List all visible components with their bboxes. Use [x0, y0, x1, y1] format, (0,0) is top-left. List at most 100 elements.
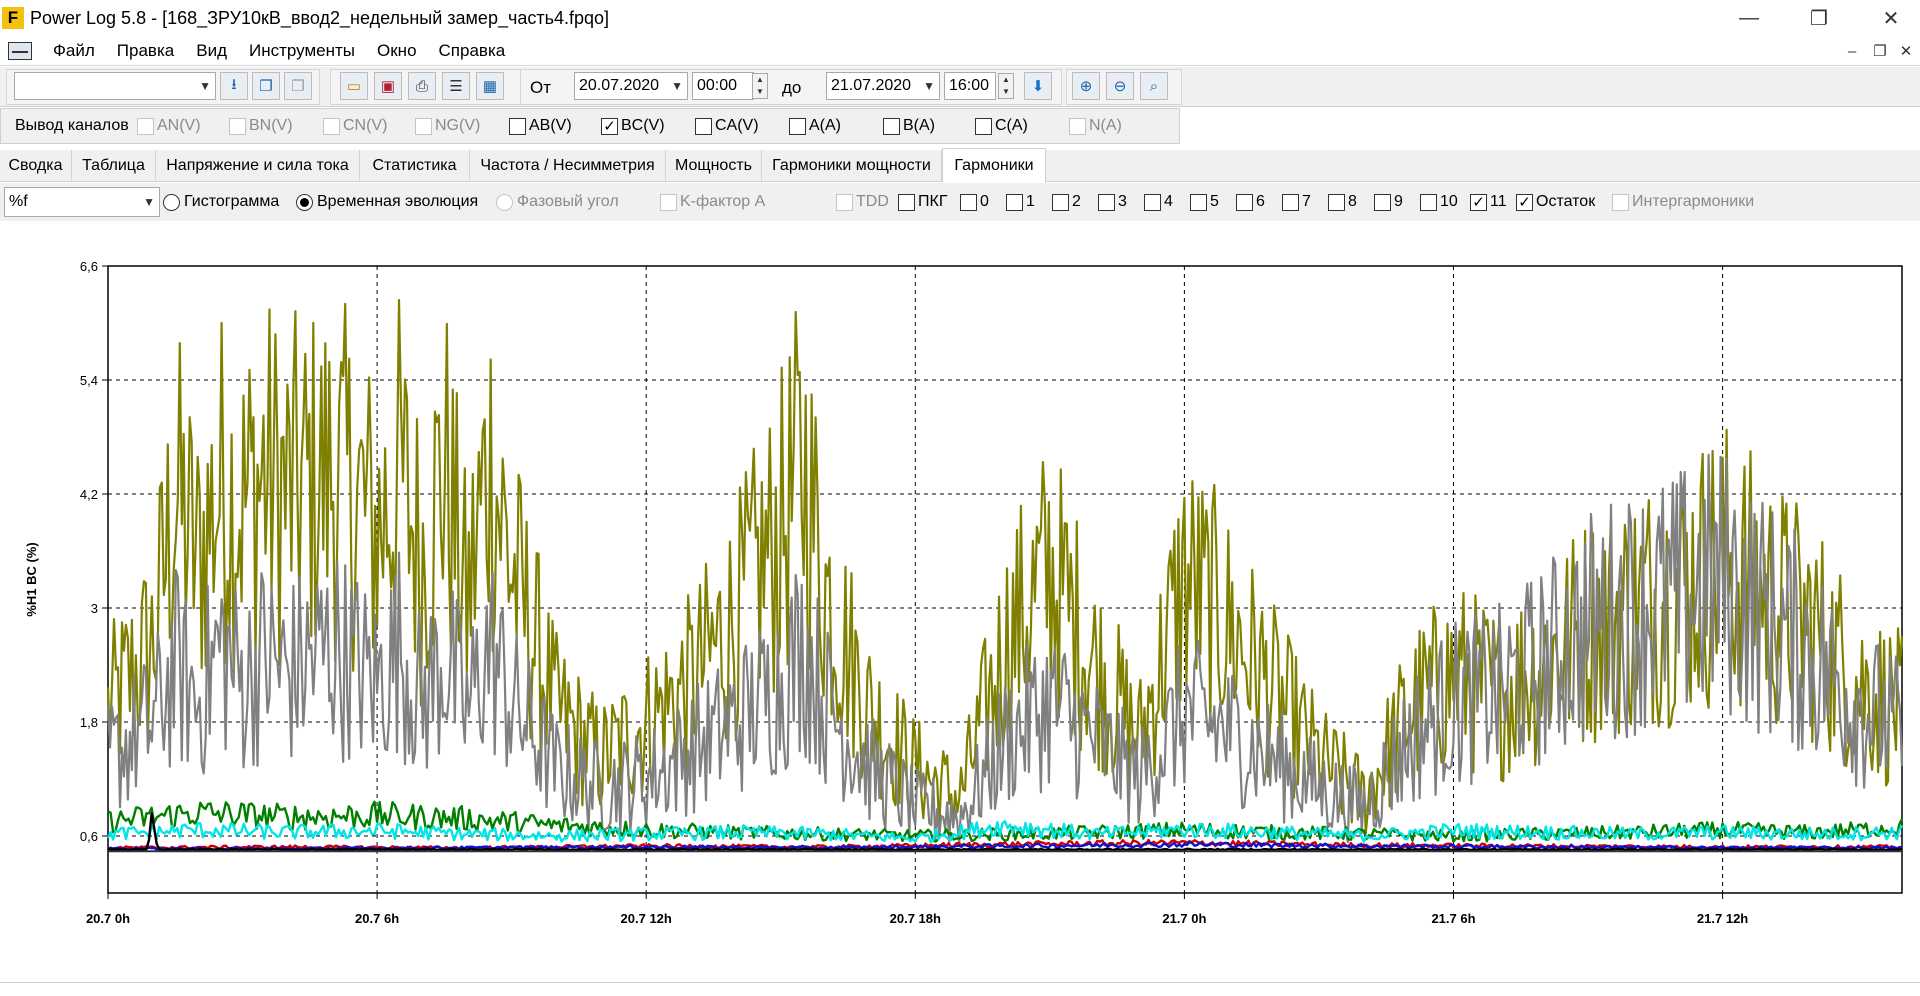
tab-harmonics[interactable]: Гармоники — [942, 148, 1046, 183]
harmonic-8-label: 8 — [1348, 193, 1357, 210]
harmonic-4-checkbox[interactable]: 4 — [1144, 193, 1173, 211]
zoom-in-icon[interactable]: ⊕ — [1072, 72, 1100, 100]
thd-checkbox[interactable]: ПКГ — [898, 193, 947, 211]
close-button[interactable]: ✕ — [1866, 0, 1916, 36]
menu-file[interactable]: Файл — [42, 41, 106, 61]
tab-table[interactable]: Таблица — [72, 150, 156, 182]
channel-an-label: AN(V) — [157, 117, 201, 134]
channel-c-checkbox[interactable]: C(A) — [975, 117, 1028, 135]
zoom-out-icon[interactable]: ⊖ — [1106, 72, 1134, 100]
harmonic-9-checkbox[interactable]: 9 — [1374, 193, 1403, 211]
harmonic-0-checkbox[interactable]: 0 — [960, 193, 989, 211]
harmonic-5-checkbox[interactable]: 5 — [1190, 193, 1219, 211]
save-icon[interactable]: ▣ — [374, 72, 402, 100]
copy-icon[interactable]: ❐ — [252, 72, 280, 100]
harmonic-3-checkbox[interactable]: 3 — [1098, 193, 1127, 211]
menu-edit[interactable]: Правка — [106, 41, 185, 61]
copy-disabled-icon: ❐ — [284, 72, 312, 100]
harmonic-1-checkbox[interactable]: 1 — [1006, 193, 1035, 211]
zoom-fit-icon[interactable]: ⌕ — [1140, 72, 1168, 100]
harmonic-7-label: 7 — [1302, 193, 1311, 210]
menu-help[interactable]: Справка — [428, 41, 517, 61]
from-time-input[interactable]: 00:00 — [692, 72, 754, 100]
chevron-down-icon: ▼ — [143, 195, 155, 209]
harmonic-4-label: 4 — [1164, 193, 1173, 210]
time-evolution-radio[interactable]: Временная эволюция — [296, 193, 478, 211]
harmonic-11-checkbox[interactable]: ✓ 11 — [1470, 193, 1507, 211]
channel-cn-label: CN(V) — [343, 117, 388, 134]
from-date-picker[interactable]: 20.07.2020 ▼ — [574, 72, 688, 100]
channel-bc-checkbox[interactable]: ✓ BC(V) — [601, 117, 665, 135]
y-tick-label: 0,6 — [80, 829, 98, 844]
mdi-restore-button[interactable]: ❐ — [1866, 36, 1894, 66]
apply-icon[interactable]: ⬇ — [1024, 72, 1052, 100]
to-date-picker[interactable]: 21.07.2020 ▼ — [826, 72, 940, 100]
histogram-radio[interactable]: Гистограмма — [163, 193, 279, 211]
harmonic-8-checkbox[interactable]: 8 — [1328, 193, 1357, 211]
radio-circle-selected — [296, 193, 313, 211]
harmonic-2-checkbox[interactable]: 2 — [1052, 193, 1081, 211]
phase-angle-label: Фазовый угол — [517, 193, 619, 210]
y-tick-label: 3 — [91, 601, 98, 616]
checkmark-icon: ✓ — [1470, 193, 1487, 211]
channel-ab-checkbox[interactable]: AB(V) — [509, 117, 572, 135]
harmonic-7-checkbox[interactable]: 7 — [1282, 193, 1311, 211]
tab-frequency-unbalance[interactable]: Частота / Несимметрия — [470, 150, 666, 182]
checkbox-box — [789, 117, 806, 135]
checkbox-box — [323, 117, 340, 135]
x-tick-label: 21.7 0h — [1162, 911, 1206, 926]
export-icon[interactable]: ☰ — [442, 72, 470, 100]
checkbox-box — [1420, 193, 1437, 211]
tab-statistics[interactable]: Статистика — [360, 150, 470, 182]
channel-bc-label: BC(V) — [621, 117, 665, 134]
profile-select[interactable]: ▼ — [14, 72, 216, 100]
from-time-value: 00:00 — [697, 77, 738, 94]
maximize-button[interactable]: ❐ — [1794, 0, 1844, 36]
title-bar: F Power Log 5.8 - [168_ЗРУ10кВ_ввод2_нед… — [0, 0, 1920, 36]
mdi-close-button[interactable]: ✕ — [1892, 36, 1920, 66]
menu-view[interactable]: Вид — [185, 41, 238, 61]
harmonics-chart-area[interactable]: 6,6 5,4 4,2 3 1,8 0,6 20.7 0h 20.7 6h 20.7 12h 20… — [0, 222, 1920, 992]
channel-a-checkbox[interactable]: A(A) — [789, 117, 841, 135]
table-icon[interactable]: ▦ — [476, 72, 504, 100]
harmonics-time-chart[interactable]: 6,6 5,4 4,2 3 1,8 0,6 20.7 0h 20.7 6h 20.7 12h 20… — [0, 222, 1920, 982]
y-tick-label: 4,2 — [80, 487, 98, 502]
minimize-button[interactable]: — — [1724, 0, 1774, 36]
unit-select[interactable]: %f ▼ — [4, 187, 160, 217]
tab-voltage-current[interactable]: Напряжение и сила тока — [156, 150, 360, 182]
harmonic-3-label: 3 — [1118, 193, 1127, 210]
y-axis-label: %H1 BC (%) — [24, 542, 39, 616]
from-time-stepper[interactable]: ▲ ▼ — [752, 73, 768, 99]
to-time-stepper[interactable]: ▲ ▼ — [998, 73, 1014, 99]
mdi-minimize-button[interactable]: – — [1838, 36, 1866, 66]
remainder-checkbox[interactable]: ✓ Остаток — [1516, 193, 1595, 211]
window-title: Power Log 5.8 - [168_ЗРУ10кВ_ввод2_недел… — [30, 7, 610, 28]
tab-power[interactable]: Мощность — [666, 150, 762, 182]
download-icon[interactable]: ⭳ — [220, 72, 248, 100]
channel-b-checkbox[interactable]: B(A) — [883, 117, 935, 135]
x-tick-label: 20.7 0h — [86, 911, 130, 926]
checkbox-box — [1612, 193, 1629, 211]
checkmark-icon: ✓ — [1516, 193, 1533, 211]
checkbox-box — [883, 117, 900, 135]
y-tick-label: 5,4 — [80, 373, 98, 388]
harmonic-6-checkbox[interactable]: 6 — [1236, 193, 1265, 211]
menu-window[interactable]: Окно — [366, 41, 428, 61]
menu-tools[interactable]: Инструменты — [238, 41, 366, 61]
harmonic-10-checkbox[interactable]: 10 — [1420, 193, 1458, 211]
open-folder-icon[interactable]: ▭ — [340, 72, 368, 100]
document-window-icon[interactable] — [8, 41, 32, 60]
tab-power-harmonics[interactable]: Гармоники мощности — [762, 150, 942, 182]
harmonic-6-label: 6 — [1256, 193, 1265, 210]
checkmark-icon: ✓ — [601, 117, 618, 135]
tab-summary[interactable]: Сводка — [0, 150, 72, 182]
unit-select-value: %f — [9, 193, 28, 210]
channel-bn-label: BN(V) — [249, 117, 293, 134]
checkbox-box — [1144, 193, 1161, 211]
x-tick-label: 21.7 12h — [1697, 911, 1748, 926]
channel-ca-checkbox[interactable]: CA(V) — [695, 117, 759, 135]
print-icon[interactable]: ⎙ — [408, 72, 436, 100]
to-time-input[interactable]: 16:00 — [944, 72, 996, 100]
from-date-value: 20.07.2020 — [579, 77, 660, 94]
harmonics-options-bar: %f ▼ Гистограмма Временная эволюция Фазо… — [0, 183, 1920, 221]
